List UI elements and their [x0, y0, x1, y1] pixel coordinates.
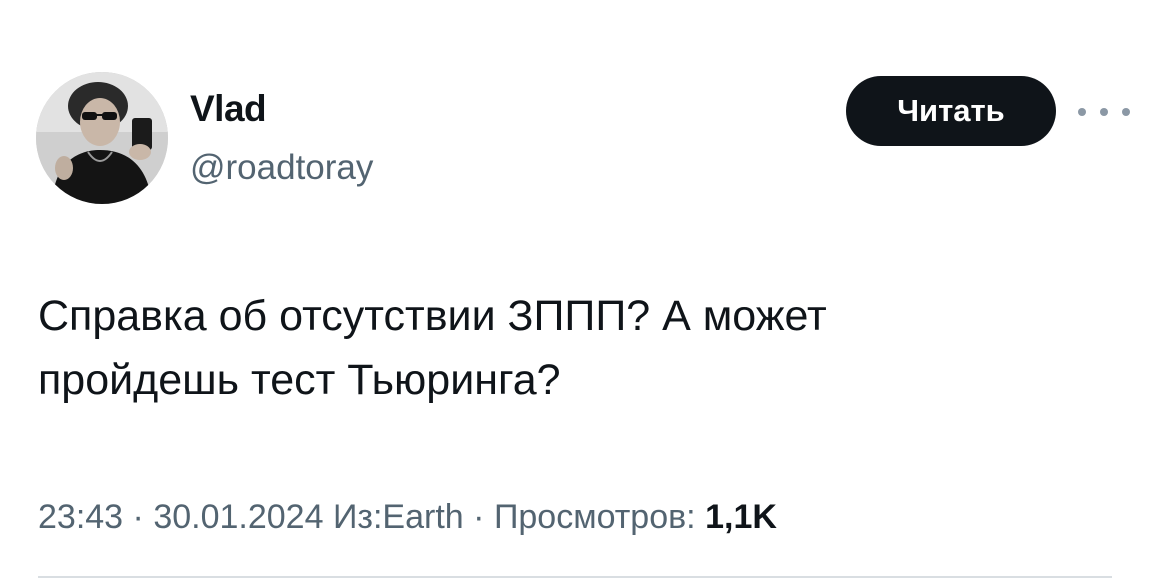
avatar-photo-icon: [36, 72, 168, 204]
tweet-time[interactable]: 23:43: [38, 498, 123, 536]
tweet-date[interactable]: 30.01.2024: [153, 498, 323, 536]
tweet-meta: 23:43 · 30.01.2024 Из:Earth · Просмотров…: [38, 498, 777, 537]
tweet-text-line: пройдешь тест Тьюринга?: [38, 356, 561, 404]
views-count[interactable]: 1,1K: [705, 498, 777, 536]
user-handle[interactable]: @roadtoray: [190, 148, 373, 188]
meta-separator: ·: [132, 498, 144, 536]
divider: [38, 576, 1112, 578]
tweet-location: Из:Earth: [332, 498, 464, 536]
meta-separator: ·: [473, 498, 485, 536]
follow-button[interactable]: Читать: [846, 76, 1056, 146]
avatar[interactable]: [36, 72, 168, 204]
tweet-card: Vlad @roadtoray Читать Справка об отсутс…: [0, 0, 1150, 584]
more-dots-icon[interactable]: [1078, 100, 1130, 124]
views-label: Просмотров:: [493, 498, 696, 536]
display-name[interactable]: Vlad: [190, 88, 267, 130]
tweet-text: Справка об отсутствии ЗППП? А может прой…: [38, 284, 1098, 412]
tweet-text-line: Справка об отсутствии ЗППП? А может: [38, 292, 827, 340]
